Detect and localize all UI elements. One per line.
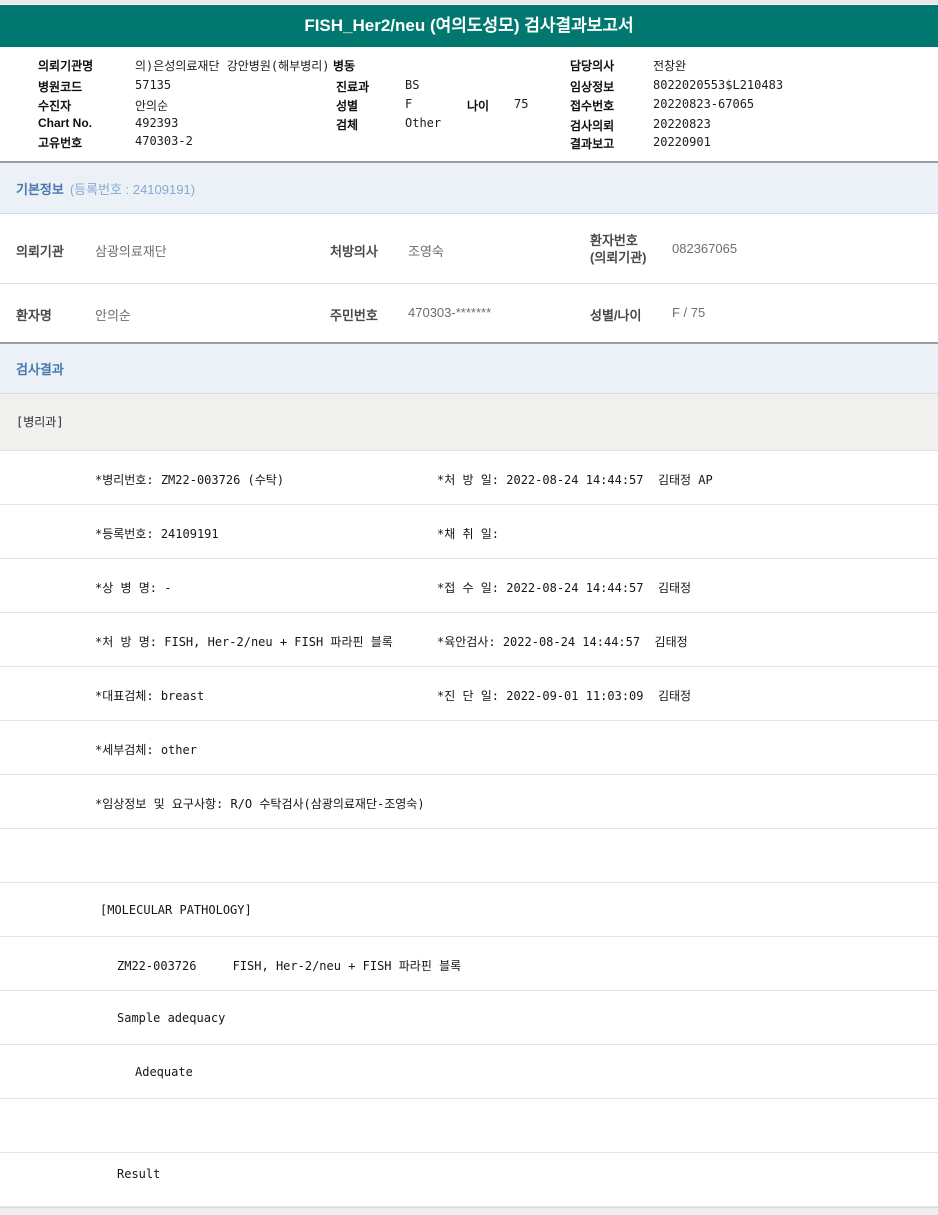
field-value-age: 75 <box>514 97 529 111</box>
label-patient-no-line1: 환자번호 <box>590 233 638 248</box>
basic-info-section-header: 기본정보 (등록번호 : 24109191) <box>0 161 938 214</box>
field-value-sex: F <box>405 97 413 111</box>
adequate-value: Adequate <box>135 1065 193 1079</box>
results-title: 검사결과 <box>16 362 64 377</box>
result-row-molecular-header: [MOLECULAR PATHOLOGY] <box>0 883 938 937</box>
field-value-dept: BS <box>405 78 420 92</box>
disease-name-text: *상 병 명: - <box>95 581 172 595</box>
field-label-unique-no: 고유번호 <box>38 136 83 150</box>
label-patient-no-line2: (의뢰기관) <box>590 250 647 265</box>
result-label: Result <box>117 1167 161 1181</box>
label-resident-no: 주민번호 <box>330 308 378 323</box>
sample-adequacy-label: Sample adequacy <box>117 1011 226 1025</box>
label-prescriber: 처방의사 <box>330 244 378 259</box>
value-patient-name: 안의순 <box>95 308 131 323</box>
clinical-request-text: *임상정보 및 요구사항: R/O 수탁검사(삼광의료재단-조영숙) <box>95 797 425 811</box>
main-specimen-text: *대표검체: breast <box>95 689 205 703</box>
field-label-dept: 진료과 <box>336 80 370 94</box>
basic-info-title: 기본정보 <box>16 181 64 197</box>
basic-info-row-1: 의뢰기관 삼광의료재단 처방의사 조영숙 환자번호 (의뢰기관) 0823670… <box>0 214 938 284</box>
patient-header: 의뢰기관명 의)은성의료재단 강안병원(해부병리) 병원코드 57135 수진자… <box>0 47 938 161</box>
report-page: FISH_Her2/neu (여의도성모) 검사결과보고서 의뢰기관명 의)은성… <box>0 0 938 1215</box>
field-value-unique-no: 470303-2 <box>135 134 193 148</box>
registration-no-text: *등록번호: 24109191 <box>95 527 219 541</box>
field-label-hospital-code: 병원코드 <box>38 80 83 94</box>
gross-exam-text: *육안검사: 2022-08-24 14:44:57 김태정 <box>437 635 688 649</box>
field-label-ward: 병동 <box>333 59 356 73</box>
label-sex-age: 성별/나이 <box>590 308 642 323</box>
field-label-receipt-no: 접수번호 <box>570 99 615 113</box>
field-label-specimen: 검체 <box>336 118 359 132</box>
result-row-clinical-request: *임상정보 및 요구사항: R/O 수탁검사(삼광의료재단-조영숙) <box>0 775 938 829</box>
field-value-specimen: Other <box>405 116 442 130</box>
pathology-no-text: *병리번호: ZM22-003726 (수탁) <box>95 473 285 487</box>
field-label-doctor: 담당의사 <box>570 59 615 73</box>
field-label-test-request: 검사의뢰 <box>570 119 615 133</box>
field-value-examinee: 안의순 <box>135 99 169 113</box>
basic-info-reg-no: (등록번호 : 24109191) <box>69 181 196 197</box>
field-value-receipt-no: 20220823-67065 <box>653 97 755 111</box>
result-row-prescription-name: *처 방 명: FISH, Her-2/neu + FISH 파라핀 블록 *육… <box>0 613 938 667</box>
field-value-chart-no: 492393 <box>135 116 179 130</box>
result-row-disease-name: *상 병 명: - *접 수 일: 2022-08-24 14:44:57 김태… <box>0 559 938 613</box>
value-resident-no: 470303-******* <box>408 305 492 320</box>
result-row-registration-no: *등록번호: 24109191 *채 취 일: <box>0 505 938 559</box>
report-title-bar: FISH_Her2/neu (여의도성모) 검사결과보고서 <box>0 5 938 47</box>
results-section-header: 검사결과 <box>0 342 938 394</box>
label-referral-org: 의뢰기관 <box>16 244 64 259</box>
field-value-test-request: 20220823 <box>653 117 711 131</box>
field-value-clinical-info: 8022020553$L210483 <box>653 78 784 92</box>
field-label-age: 나이 <box>467 99 490 113</box>
field-label-clinical-info: 임상정보 <box>570 80 615 94</box>
field-value-referring-org: 의)은성의료재단 강안병원(해부병리) <box>135 59 330 73</box>
footer-strip <box>0 1207 938 1215</box>
collection-date-text: *채 취 일: <box>437 527 500 541</box>
field-value-hospital-code: 57135 <box>135 78 172 92</box>
field-value-doctor: 전창완 <box>653 59 687 73</box>
sub-specimen-text: *세부검체: other <box>95 743 197 757</box>
field-label-chart-no: Chart No. <box>38 116 92 130</box>
result-row-pathology-no: *병리번호: ZM22-003726 (수탁) *처 방 일: 2022-08-… <box>0 451 938 505</box>
prescription-date-text: *처 방 일: 2022-08-24 14:44:57 김태정 AP <box>437 473 713 487</box>
result-row-adequate: Adequate <box>0 1045 938 1099</box>
field-label-referring-org: 의뢰기관명 <box>38 59 94 73</box>
diagnosis-date-text: *진 단 일: 2022-09-01 11:03:09 김태정 <box>437 689 692 703</box>
result-row-sub-specimen: *세부검체: other <box>0 721 938 775</box>
molecular-test-text: ZM22-003726 FISH, Her-2/neu + FISH 파라핀 블… <box>117 959 462 973</box>
field-label-result-report: 결과보고 <box>570 137 615 151</box>
prescription-name-text: *처 방 명: FISH, Her-2/neu + FISH 파라핀 블록 <box>95 635 393 649</box>
value-patient-no: 082367065 <box>672 241 738 256</box>
basic-info-row-2: 환자명 안의순 주민번호 470303-******* 성별/나이 F / 75 <box>0 284 938 342</box>
molecular-pathology-heading: [MOLECULAR PATHOLOGY] <box>100 903 252 917</box>
field-label-examinee: 수진자 <box>38 99 72 113</box>
result-row-sample-adequacy: Sample adequacy <box>0 991 938 1045</box>
result-row-result: Result <box>0 1153 938 1207</box>
field-value-result-report: 20220901 <box>653 135 711 149</box>
field-label-sex: 성별 <box>336 99 359 113</box>
department-label: [병리과] <box>16 415 64 429</box>
result-row-molecular-test: ZM22-003726 FISH, Her-2/neu + FISH 파라핀 블… <box>0 937 938 991</box>
report-title: FISH_Her2/neu (여의도성모) 검사결과보고서 <box>304 16 634 35</box>
empty-row <box>0 1099 938 1153</box>
value-sex-age: F / 75 <box>672 305 706 320</box>
receipt-date-text: *접 수 일: 2022-08-24 14:44:57 김태정 <box>437 581 692 595</box>
department-row: [병리과] <box>0 394 938 451</box>
empty-row <box>0 829 938 883</box>
label-patient-name: 환자명 <box>16 308 52 323</box>
value-prescriber: 조영숙 <box>408 244 444 259</box>
result-row-main-specimen: *대표검체: breast *진 단 일: 2022-09-01 11:03:0… <box>0 667 938 721</box>
value-referral-org: 삼광의료재단 <box>95 244 167 259</box>
